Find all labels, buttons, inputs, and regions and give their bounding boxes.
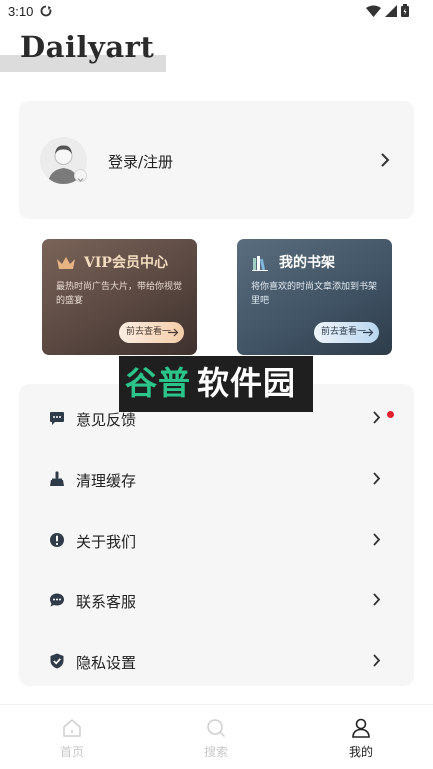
chevron-right-icon bbox=[373, 533, 381, 546]
chevron-right-icon bbox=[373, 411, 381, 424]
status-time: 3:10 bbox=[8, 4, 34, 19]
vip-view-button-label: 前去查看一 bbox=[126, 327, 172, 337]
tab-label: 我的 bbox=[348, 745, 373, 759]
search-icon bbox=[207, 719, 226, 738]
avatar-edit-badge bbox=[74, 169, 87, 182]
info-icon bbox=[50, 533, 64, 547]
vip-center-title: VIP会员中心 bbox=[84, 255, 168, 271]
watermark-text-green: 谷普 bbox=[125, 364, 192, 402]
login-register-link[interactable]: 登录/注册 bbox=[108, 151, 173, 172]
support-chat-icon bbox=[50, 593, 64, 607]
bookshelf-icon bbox=[252, 256, 268, 271]
menu-item-label: 意见反馈 bbox=[76, 411, 137, 429]
chevron-right-icon bbox=[373, 654, 381, 667]
status-icons bbox=[366, 4, 409, 17]
chat-icon bbox=[50, 412, 64, 425]
bookshelf-title: 我的书架 bbox=[279, 255, 335, 271]
tab-label: 搜索 bbox=[203, 745, 228, 759]
menu-item-label: 隐私设置 bbox=[76, 654, 137, 672]
menu-item-about-us[interactable]: 关于我们 bbox=[19, 510, 414, 570]
menu-item-contact-support[interactable]: 联系客服 bbox=[19, 570, 414, 630]
wifi-icon bbox=[366, 5, 381, 17]
vip-center-desc: 最热时尚广告大片，带给你视觉的盛宴 bbox=[56, 282, 183, 306]
shield-check-icon bbox=[50, 653, 64, 669]
crown-icon bbox=[57, 257, 75, 269]
status-bar: 3:10 bbox=[0, 0, 433, 26]
bookshelf-card[interactable]: 我的书架 将你喜欢的时尚文章添加到书架里吧 前去查看一 bbox=[237, 239, 392, 355]
tab-mine[interactable]: 我的 bbox=[321, 705, 401, 769]
chevron-right-icon bbox=[373, 472, 381, 485]
menu-item-privacy-settings[interactable]: 隐私设置 bbox=[19, 631, 414, 691]
battery-icon bbox=[401, 4, 409, 17]
chevron-right-icon bbox=[381, 153, 390, 167]
bookshelf-view-button[interactable]: 前去查看一 bbox=[314, 322, 379, 343]
watermark-text-white: 软件园 bbox=[197, 364, 297, 402]
watermark-logo: 谷普 软件园 bbox=[119, 356, 313, 412]
bookshelf-desc: 将你喜欢的时尚文章添加到书架里吧 bbox=[251, 282, 378, 306]
vip-center-card[interactable]: VIP会员中心 最热时尚广告大片，带给你视觉的盛宴 前去查看一 bbox=[42, 239, 197, 355]
login-card[interactable]: 登录/注册 bbox=[19, 101, 414, 219]
menu-item-clear-cache[interactable]: 清理缓存 bbox=[19, 449, 414, 509]
signal-icon bbox=[385, 4, 397, 17]
tab-label: 首页 bbox=[59, 745, 84, 759]
broom-icon bbox=[50, 471, 64, 486]
menu-item-label: 联系客服 bbox=[76, 593, 137, 611]
menu-item-label: 清理缓存 bbox=[76, 472, 137, 490]
chevron-down-icon bbox=[77, 178, 84, 182]
tab-home[interactable]: 首页 bbox=[32, 705, 112, 769]
bottom-tab-bar: 首页 搜索 我的 bbox=[0, 704, 433, 769]
settings-menu: 意见反馈 清理缓存 关于我们 联系客服 隐私设置 bbox=[19, 384, 414, 686]
home-icon bbox=[63, 719, 81, 737]
sync-icon bbox=[40, 5, 52, 17]
chevron-right-icon bbox=[373, 593, 381, 606]
bookshelf-view-button-label: 前去查看一 bbox=[321, 327, 367, 337]
vip-view-button[interactable]: 前去查看一 bbox=[119, 322, 184, 343]
menu-item-label: 关于我们 bbox=[76, 533, 137, 551]
arrow-right-icon bbox=[168, 328, 179, 337]
user-icon bbox=[352, 718, 370, 738]
notification-dot bbox=[387, 411, 394, 418]
brand-logo: Dailyart bbox=[20, 30, 155, 64]
arrow-right-icon bbox=[363, 328, 374, 337]
tab-search[interactable]: 搜索 bbox=[176, 705, 256, 769]
